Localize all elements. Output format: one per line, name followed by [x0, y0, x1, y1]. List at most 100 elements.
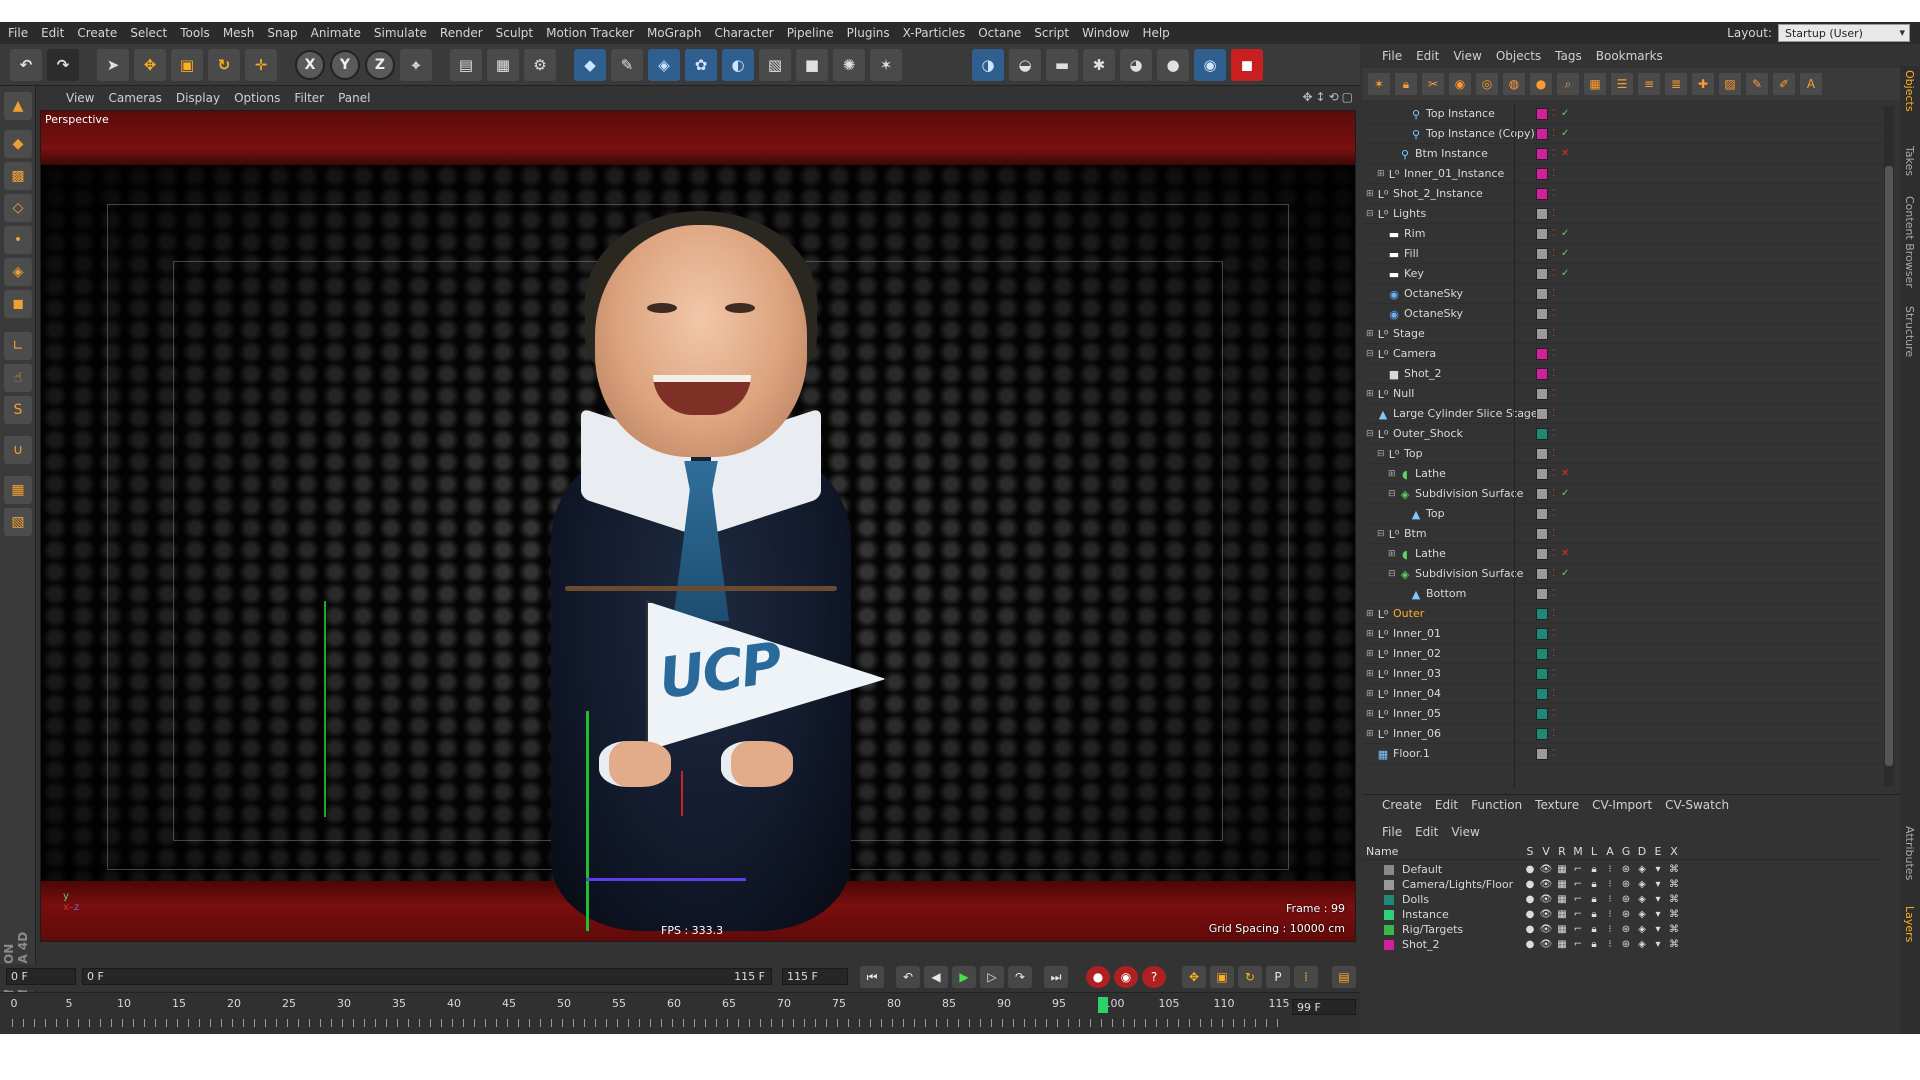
layer-color-swatch[interactable] — [1384, 894, 1394, 905]
enabled-check-icon[interactable]: ✓ — [1561, 108, 1571, 119]
record-rotation-icon[interactable]: ↻ — [1238, 966, 1262, 988]
expand-toggle-icon[interactable]: ⊟ — [1366, 349, 1376, 359]
visibility-dots-icon[interactable]: ⁚ — [1552, 548, 1560, 559]
menu-x-particles[interactable]: X-Particles — [903, 26, 966, 40]
object-row[interactable]: ⊞ ◖ Lathe ⁚ ✕ — [1362, 464, 1882, 484]
om-hierarchy-icon[interactable]: ▦ — [1584, 73, 1606, 95]
layer-toggle-icon[interactable]: ⁝ — [1602, 864, 1618, 875]
z-axis-lock-button[interactable]: Z — [365, 49, 395, 80]
layer-color-swatch[interactable] — [1384, 879, 1394, 890]
layer-toggle-icon[interactable]: ▦ — [1554, 939, 1570, 950]
live-select-icon[interactable]: ✛ — [245, 48, 277, 81]
record-position-icon[interactable]: ✥ — [1182, 966, 1206, 988]
layer-toggle-icon[interactable]: 👁︎ — [1538, 864, 1554, 875]
layer-toggle-icon[interactable]: ▦ — [1554, 864, 1570, 875]
light-object-icon[interactable]: ✺ — [833, 48, 865, 81]
om-brush-icon[interactable]: ✐ — [1773, 73, 1795, 95]
visibility-dots-icon[interactable]: ⁚ — [1552, 588, 1560, 599]
object-row[interactable]: ◉ OctaneSky ⁚ — [1362, 284, 1882, 304]
expand-toggle-icon[interactable]: ⊞ — [1366, 189, 1376, 199]
dock-tab-content-browser[interactable]: Content Browser — [1903, 196, 1916, 288]
expand-toggle-icon[interactable]: ⊞ — [1366, 729, 1376, 739]
menu-create[interactable]: Create — [77, 26, 117, 40]
layer-row[interactable]: Instance ● 👁︎ ▦ ⌐ 🔒︎ ⁝ ⊛ ◈ ▾ ⌘ — [1362, 907, 1882, 922]
layer-color-swatch[interactable] — [1384, 909, 1394, 920]
layer-row[interactable]: Shot_2 ● 👁︎ ▦ ⌐ 🔒︎ ⁝ ⊛ ◈ ▾ ⌘ — [1362, 937, 1882, 952]
viewport-menu-filter[interactable]: Filter — [294, 91, 324, 105]
mat-menu-function[interactable]: Function — [1471, 798, 1522, 812]
menu-snap[interactable]: Snap — [267, 26, 297, 40]
object-row[interactable]: ⊟ L⁰ Camera ⁚ — [1362, 344, 1882, 364]
layer-toggle-icon[interactable]: ⁝ — [1602, 924, 1618, 935]
visibility-dots-icon[interactable]: ⁚ — [1552, 268, 1560, 279]
points-mode-icon[interactable]: • — [4, 226, 32, 254]
object-name[interactable]: Subdivision Surface — [1415, 487, 1523, 500]
pen-spline-icon[interactable]: ✎ — [611, 48, 643, 81]
menu-octane[interactable]: Octane — [978, 26, 1021, 40]
locked-workplane-icon[interactable]: ▧ — [4, 508, 32, 536]
layer-color-swatch[interactable] — [1536, 147, 1548, 160]
layer-toggle-icon[interactable]: ● — [1522, 879, 1538, 890]
layer-toggle-icon[interactable]: ◈ — [1634, 879, 1650, 890]
expand-toggle-icon[interactable]: ⊞ — [1366, 649, 1376, 659]
layer-toggle-icon[interactable]: ⌘ — [1666, 939, 1682, 950]
object-name[interactable]: Shot_2_Instance — [1393, 187, 1483, 200]
layer-color-swatch[interactable] — [1384, 924, 1394, 935]
render-settings-icon[interactable]: ⚙ — [524, 48, 556, 81]
layer-toggle-icon[interactable]: ⊛ — [1618, 879, 1634, 890]
layer-toggle-icon[interactable]: ⌐ — [1570, 879, 1586, 890]
render-picture-viewer-icon[interactable]: ▦ — [487, 48, 519, 81]
om-collapse-icon[interactable]: ≣ — [1665, 73, 1687, 95]
menu-script[interactable]: Script — [1034, 26, 1069, 40]
visibility-dots-icon[interactable]: ⁚ — [1552, 648, 1560, 659]
layer-name[interactable]: Camera/Lights/Floor — [1402, 878, 1513, 891]
object-row[interactable]: ⊞ L⁰ Outer ⁚ — [1362, 604, 1882, 624]
om-texture-icon[interactable]: ▨ — [1719, 73, 1741, 95]
object-name[interactable]: Btm Instance — [1415, 147, 1488, 160]
layer-color-swatch[interactable] — [1536, 307, 1548, 320]
layer-toggle-icon[interactable]: ● — [1522, 924, 1538, 935]
layer-color-swatch[interactable] — [1536, 647, 1548, 660]
octane-render-icon[interactable]: ◼ — [1231, 48, 1263, 81]
layer-toggle-icon[interactable]: ▾ — [1650, 909, 1666, 920]
layer-toggle-icon[interactable]: ▦ — [1554, 924, 1570, 935]
layer-toggle-icon[interactable]: ⌐ — [1570, 894, 1586, 905]
mograph-cloner-icon[interactable]: ✿ — [685, 48, 717, 81]
om-camera-tag-icon[interactable]: ● — [1530, 73, 1552, 95]
layer-toggle-icon[interactable]: ⁝ — [1602, 894, 1618, 905]
max-frame-field[interactable]: 115 F — [782, 968, 848, 985]
layer-toggle-icon[interactable]: ● — [1522, 939, 1538, 950]
visibility-dots-icon[interactable]: ⁚ — [1552, 228, 1560, 239]
octane-sphere-icon[interactable]: ● — [1157, 48, 1189, 81]
layer-toggle-icon[interactable]: ⊛ — [1618, 864, 1634, 875]
om-menu-bookmarks[interactable]: Bookmarks — [1596, 49, 1663, 63]
scale-tool-icon[interactable]: ▣ — [171, 48, 203, 81]
menu-file[interactable]: File — [8, 26, 28, 40]
enabled-check-icon[interactable]: ✓ — [1561, 248, 1571, 259]
layer-toggle-icon[interactable]: 🔒︎ — [1586, 894, 1602, 905]
layer-toggle-icon[interactable]: ⌘ — [1666, 864, 1682, 875]
object-name[interactable]: Large Cylinder Slice Stage — [1393, 407, 1538, 420]
layer-color-swatch[interactable] — [1536, 207, 1548, 220]
expand-toggle-icon[interactable]: ⊞ — [1366, 709, 1376, 719]
object-name[interactable]: Rim — [1404, 227, 1425, 240]
menu-motion-tracker[interactable]: Motion Tracker — [546, 26, 634, 40]
texture-mode-icon[interactable]: ▩ — [4, 162, 32, 190]
object-row[interactable]: ▬ Key ⁚ ✓ — [1362, 264, 1882, 284]
layer-toggle-icon[interactable]: ◈ — [1634, 909, 1650, 920]
object-name[interactable]: Lathe — [1415, 547, 1446, 560]
rig-icon[interactable]: ✶ — [870, 48, 902, 81]
keyframe-selection-icon[interactable]: ? — [1142, 966, 1166, 988]
visibility-dots-icon[interactable]: ⁚ — [1552, 388, 1560, 399]
layer-toggle-icon[interactable]: ● — [1522, 894, 1538, 905]
layer-toggle-icon[interactable]: 👁︎ — [1538, 894, 1554, 905]
object-name[interactable]: Inner_02 — [1393, 647, 1441, 660]
object-name[interactable]: Top — [1404, 447, 1423, 460]
workplane-mode-icon[interactable]: ◇ — [4, 194, 32, 222]
mat-menu-create[interactable]: Create — [1382, 798, 1422, 812]
layer-name[interactable]: Instance — [1402, 908, 1449, 921]
menu-animate[interactable]: Animate — [311, 26, 361, 40]
enabled-check-icon[interactable]: ✓ — [1561, 228, 1571, 239]
viewport-menu-view[interactable]: View — [66, 91, 94, 105]
layer-toggle-icon[interactable]: ▦ — [1554, 909, 1570, 920]
